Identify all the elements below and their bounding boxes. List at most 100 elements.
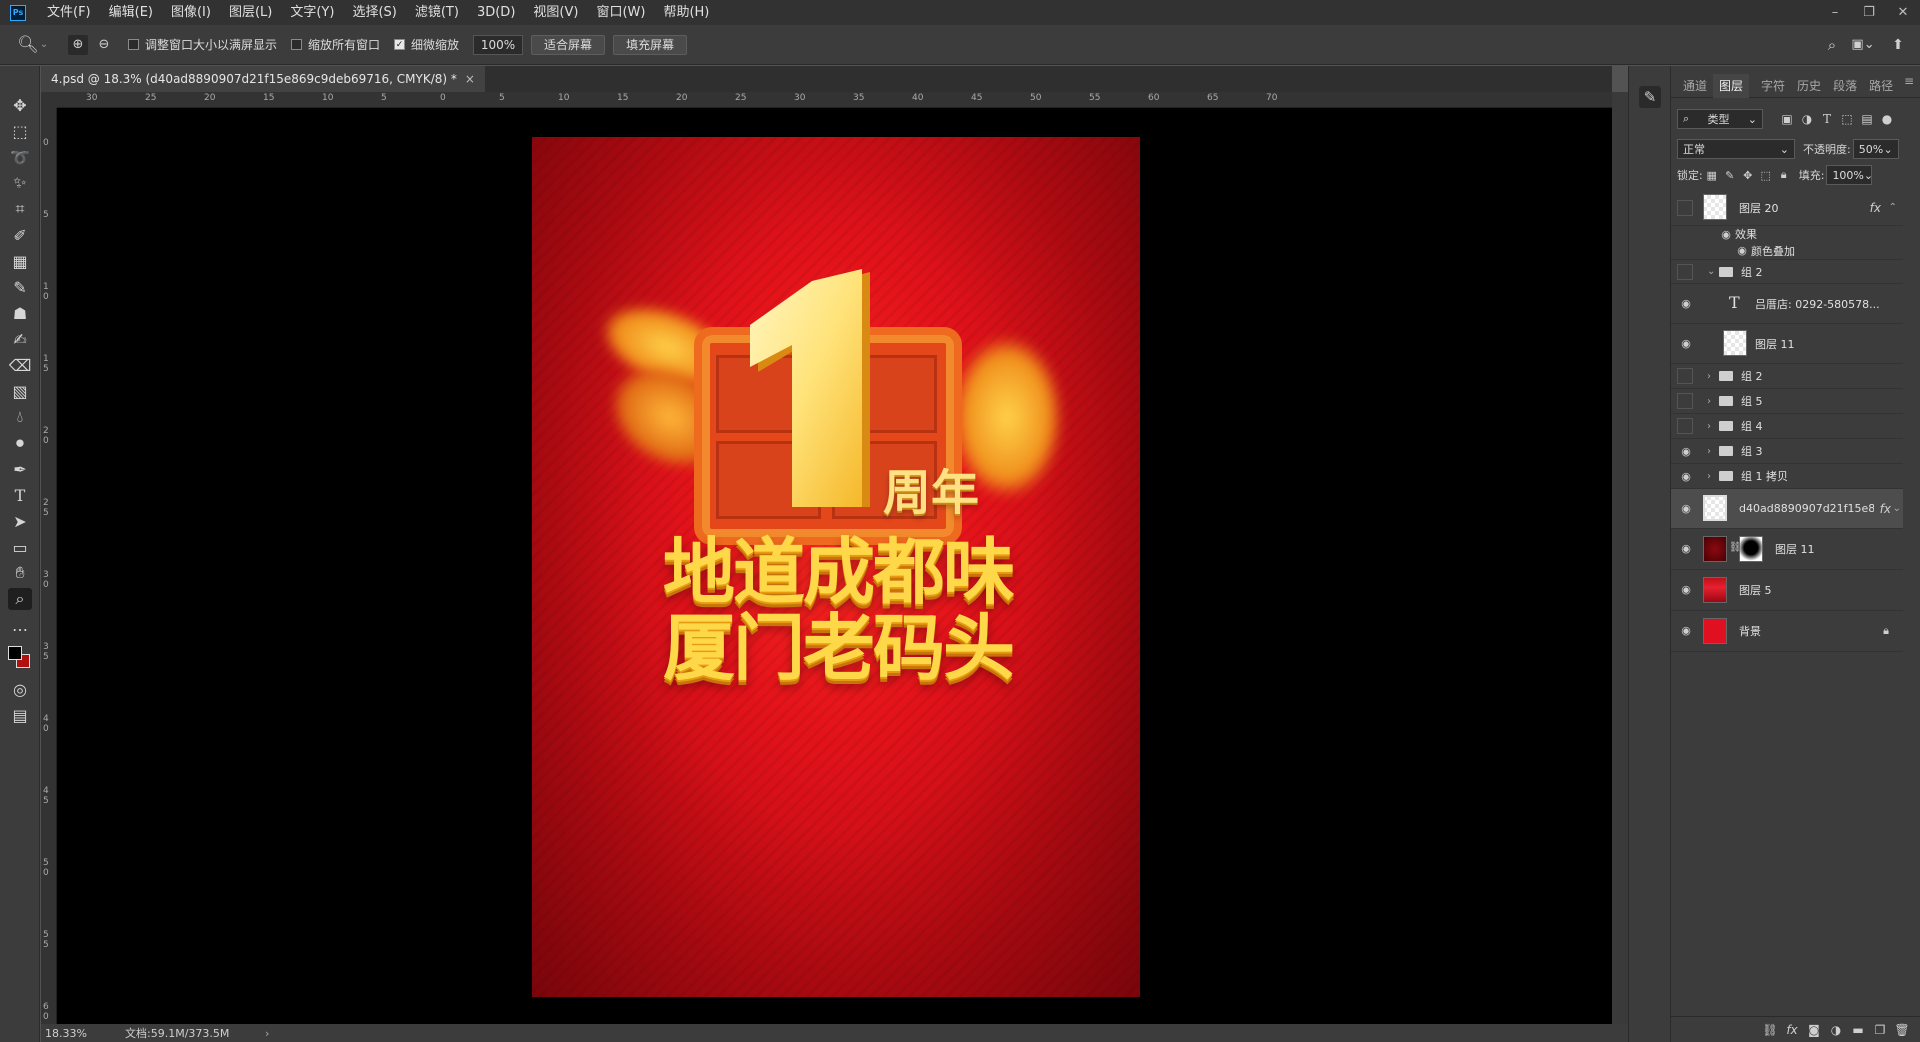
chevron-right-icon[interactable]: › bbox=[1707, 471, 1711, 482]
type-filter-icon[interactable]: T bbox=[1817, 112, 1837, 126]
menu-3d[interactable]: 3D(D) bbox=[468, 0, 524, 25]
move-tool-icon[interactable]: ✥ bbox=[8, 94, 32, 116]
fit-screen-button[interactable]: 适合屏幕 bbox=[531, 34, 606, 55]
new-layer-icon[interactable]: ❐ bbox=[1869, 1023, 1891, 1037]
zoom-in-icon[interactable]: ⊕ bbox=[68, 34, 88, 55]
zoom-out-icon[interactable]: ⊖ bbox=[94, 37, 114, 52]
menu-select[interactable]: 选择(S) bbox=[343, 0, 405, 25]
checkbox-box[interactable] bbox=[291, 39, 303, 50]
layer-row-background[interactable]: ◉ 背景 🔒︎ bbox=[1671, 611, 1903, 652]
menu-file[interactable]: 文件(F) bbox=[38, 0, 100, 25]
eye-icon[interactable]: ◉ bbox=[1679, 583, 1693, 596]
eye-icon[interactable]: ◉ bbox=[1679, 502, 1693, 515]
layer-mask-thumbnail[interactable] bbox=[1739, 536, 1763, 562]
eye-icon[interactable]: ◉ bbox=[1679, 542, 1693, 555]
brush-tool-icon[interactable]: ✎ bbox=[8, 276, 32, 298]
chevron-down-icon[interactable]: ⌄ bbox=[1707, 266, 1715, 277]
eye-icon[interactable]: ◉ bbox=[1679, 337, 1693, 350]
menu-image[interactable]: 图像(I) bbox=[162, 0, 220, 25]
type-tool-icon[interactable]: T bbox=[8, 484, 32, 506]
tab-layers[interactable]: 图层 bbox=[1713, 73, 1750, 98]
eye-icon[interactable]: ◉ bbox=[1679, 445, 1693, 458]
fill-field[interactable]: 100% ⌄ bbox=[1826, 165, 1873, 185]
layer-group-row[interactable]: › 组 5 bbox=[1671, 389, 1903, 414]
smart-object-filter-icon[interactable]: ▤ bbox=[1857, 112, 1877, 126]
link-layers-icon[interactable]: ⛓︎ bbox=[1759, 1023, 1781, 1037]
dodge-tool-icon[interactable]: ⚫︎ bbox=[8, 432, 32, 454]
magic-wand-icon[interactable]: ✨︎ bbox=[8, 172, 32, 194]
marquee-tool-icon[interactable]: ⬚ bbox=[8, 120, 32, 142]
menu-view[interactable]: 视图(V) bbox=[524, 0, 587, 25]
zoom-level[interactable]: 18.33% bbox=[45, 1027, 105, 1040]
foreground-color-swatch[interactable] bbox=[8, 646, 22, 660]
search-icon[interactable]: ⌕ bbox=[1822, 36, 1842, 54]
menu-edit[interactable]: 编辑(E) bbox=[100, 0, 162, 25]
layer-effect-item[interactable]: ◉ 颜色叠加 bbox=[1671, 242, 1903, 260]
zoom-tool-icon[interactable]: ⌕ bbox=[8, 588, 32, 610]
layer-group-row[interactable]: › 组 2 bbox=[1671, 364, 1903, 389]
stamp-tool-icon[interactable]: ☗︎ bbox=[8, 302, 32, 324]
canvas-area[interactable]: 1 周年 地道成都味 厦门老码头 bbox=[57, 108, 1612, 1024]
gradient-tool-icon[interactable]: ▧ bbox=[8, 380, 32, 402]
color-swatches[interactable] bbox=[8, 646, 30, 668]
eye-icon[interactable]: ◉ bbox=[1719, 228, 1733, 241]
zoom-tool-icon[interactable]: 🔍︎ bbox=[17, 35, 39, 55]
lock-icon[interactable]: 🔒︎ bbox=[1883, 624, 1889, 638]
lock-artboard-icon[interactable]: ⬚ bbox=[1757, 169, 1775, 182]
eye-icon[interactable]: ◉ bbox=[1679, 297, 1693, 310]
quick-mask-icon[interactable]: ◎ bbox=[8, 678, 32, 700]
layer-row[interactable]: ◉ 图层 11 bbox=[1671, 324, 1903, 364]
menu-type[interactable]: 文字(Y) bbox=[281, 0, 343, 25]
crop-tool-icon[interactable]: ⌗ bbox=[8, 198, 32, 220]
visibility-toggle[interactable] bbox=[1677, 264, 1693, 280]
filter-toggle-icon[interactable]: ● bbox=[1877, 112, 1897, 126]
visibility-toggle[interactable] bbox=[1677, 368, 1693, 384]
workspace-icon[interactable]: ▣⌄ bbox=[1850, 37, 1876, 52]
layer-group-row[interactable]: ◉ › 组 1 拷贝 bbox=[1671, 464, 1903, 489]
delete-layer-icon[interactable]: 🗑︎ bbox=[1891, 1023, 1913, 1037]
eye-icon[interactable]: ◉ bbox=[1679, 470, 1693, 483]
adjustment-filter-icon[interactable]: ◑ bbox=[1797, 112, 1817, 126]
tab-channels[interactable]: 通道 bbox=[1677, 74, 1713, 98]
share-icon[interactable]: ⬆︎ bbox=[1888, 37, 1908, 53]
lock-transparency-icon[interactable]: ▦ bbox=[1703, 169, 1721, 182]
eye-icon[interactable]: ◉ bbox=[1735, 244, 1749, 257]
blur-tool-icon[interactable]: 💧︎ bbox=[8, 406, 32, 428]
resize-windows-checkbox[interactable]: 调整窗口大小以满屏显示 bbox=[128, 36, 277, 53]
layer-row[interactable]: ◉ ⛓︎ 图层 11 bbox=[1671, 529, 1903, 570]
brush-settings-icon[interactable]: ✎ bbox=[1639, 86, 1661, 108]
layer-group-row[interactable]: ◉ › 组 3 bbox=[1671, 439, 1903, 464]
opacity-field[interactable]: 50% ⌄ bbox=[1852, 139, 1899, 159]
layer-row[interactable]: 图层 20 fx ⌃ bbox=[1671, 190, 1903, 226]
close-window-button[interactable]: ✕ bbox=[1886, 0, 1920, 25]
chevron-right-icon[interactable]: › bbox=[1707, 421, 1711, 432]
lasso-tool-icon[interactable]: ➰ bbox=[8, 146, 32, 168]
chevron-right-icon[interactable]: › bbox=[1707, 446, 1711, 457]
hand-tool-icon[interactable]: ✋︎ bbox=[8, 562, 32, 584]
checkbox-box[interactable] bbox=[128, 39, 139, 50]
shape-filter-icon[interactable]: ⬚ bbox=[1837, 112, 1857, 126]
menu-layer[interactable]: 图层(L) bbox=[220, 0, 281, 25]
layer-group-row[interactable]: ⌄ 组 2 bbox=[1671, 260, 1903, 284]
tab-history[interactable]: 历史 bbox=[1791, 74, 1827, 98]
layer-group-row[interactable]: › 组 4 bbox=[1671, 414, 1903, 439]
tab-paragraph[interactable]: 段落 bbox=[1827, 74, 1863, 98]
layer-row[interactable]: ◉ T 吕厝店: 0292-580578... bbox=[1671, 284, 1903, 324]
layer-row[interactable]: ◉ 图层 5 bbox=[1671, 570, 1903, 611]
lock-pixels-icon[interactable]: ✎ bbox=[1721, 169, 1739, 182]
lock-all-icon[interactable]: 🔒︎ bbox=[1775, 168, 1793, 182]
adjustment-layer-icon[interactable]: ◑ bbox=[1825, 1023, 1847, 1037]
status-menu-arrow[interactable]: › bbox=[265, 1027, 269, 1040]
layer-fx-badge[interactable]: fx bbox=[1880, 502, 1891, 516]
history-brush-icon[interactable]: ✍︎ bbox=[8, 328, 32, 350]
fill-screen-button[interactable]: 填充屏幕 bbox=[613, 34, 688, 55]
screen-mode-icon[interactable]: ▤ bbox=[8, 704, 32, 726]
panel-menu-icon[interactable]: ≡ bbox=[1904, 74, 1914, 88]
tab-character[interactable]: 字符 bbox=[1755, 74, 1791, 98]
filter-kind-select[interactable]: ⌕ 类型 ⌄ bbox=[1677, 109, 1763, 129]
blend-mode-select[interactable]: 正常 ⌄ bbox=[1677, 139, 1795, 159]
more-tools-icon[interactable]: … bbox=[8, 614, 32, 636]
chevron-down-icon[interactable]: ⌄ bbox=[1893, 503, 1901, 514]
chevron-right-icon[interactable]: › bbox=[1707, 371, 1711, 382]
layer-effects-row[interactable]: ◉ 效果 bbox=[1671, 226, 1903, 242]
